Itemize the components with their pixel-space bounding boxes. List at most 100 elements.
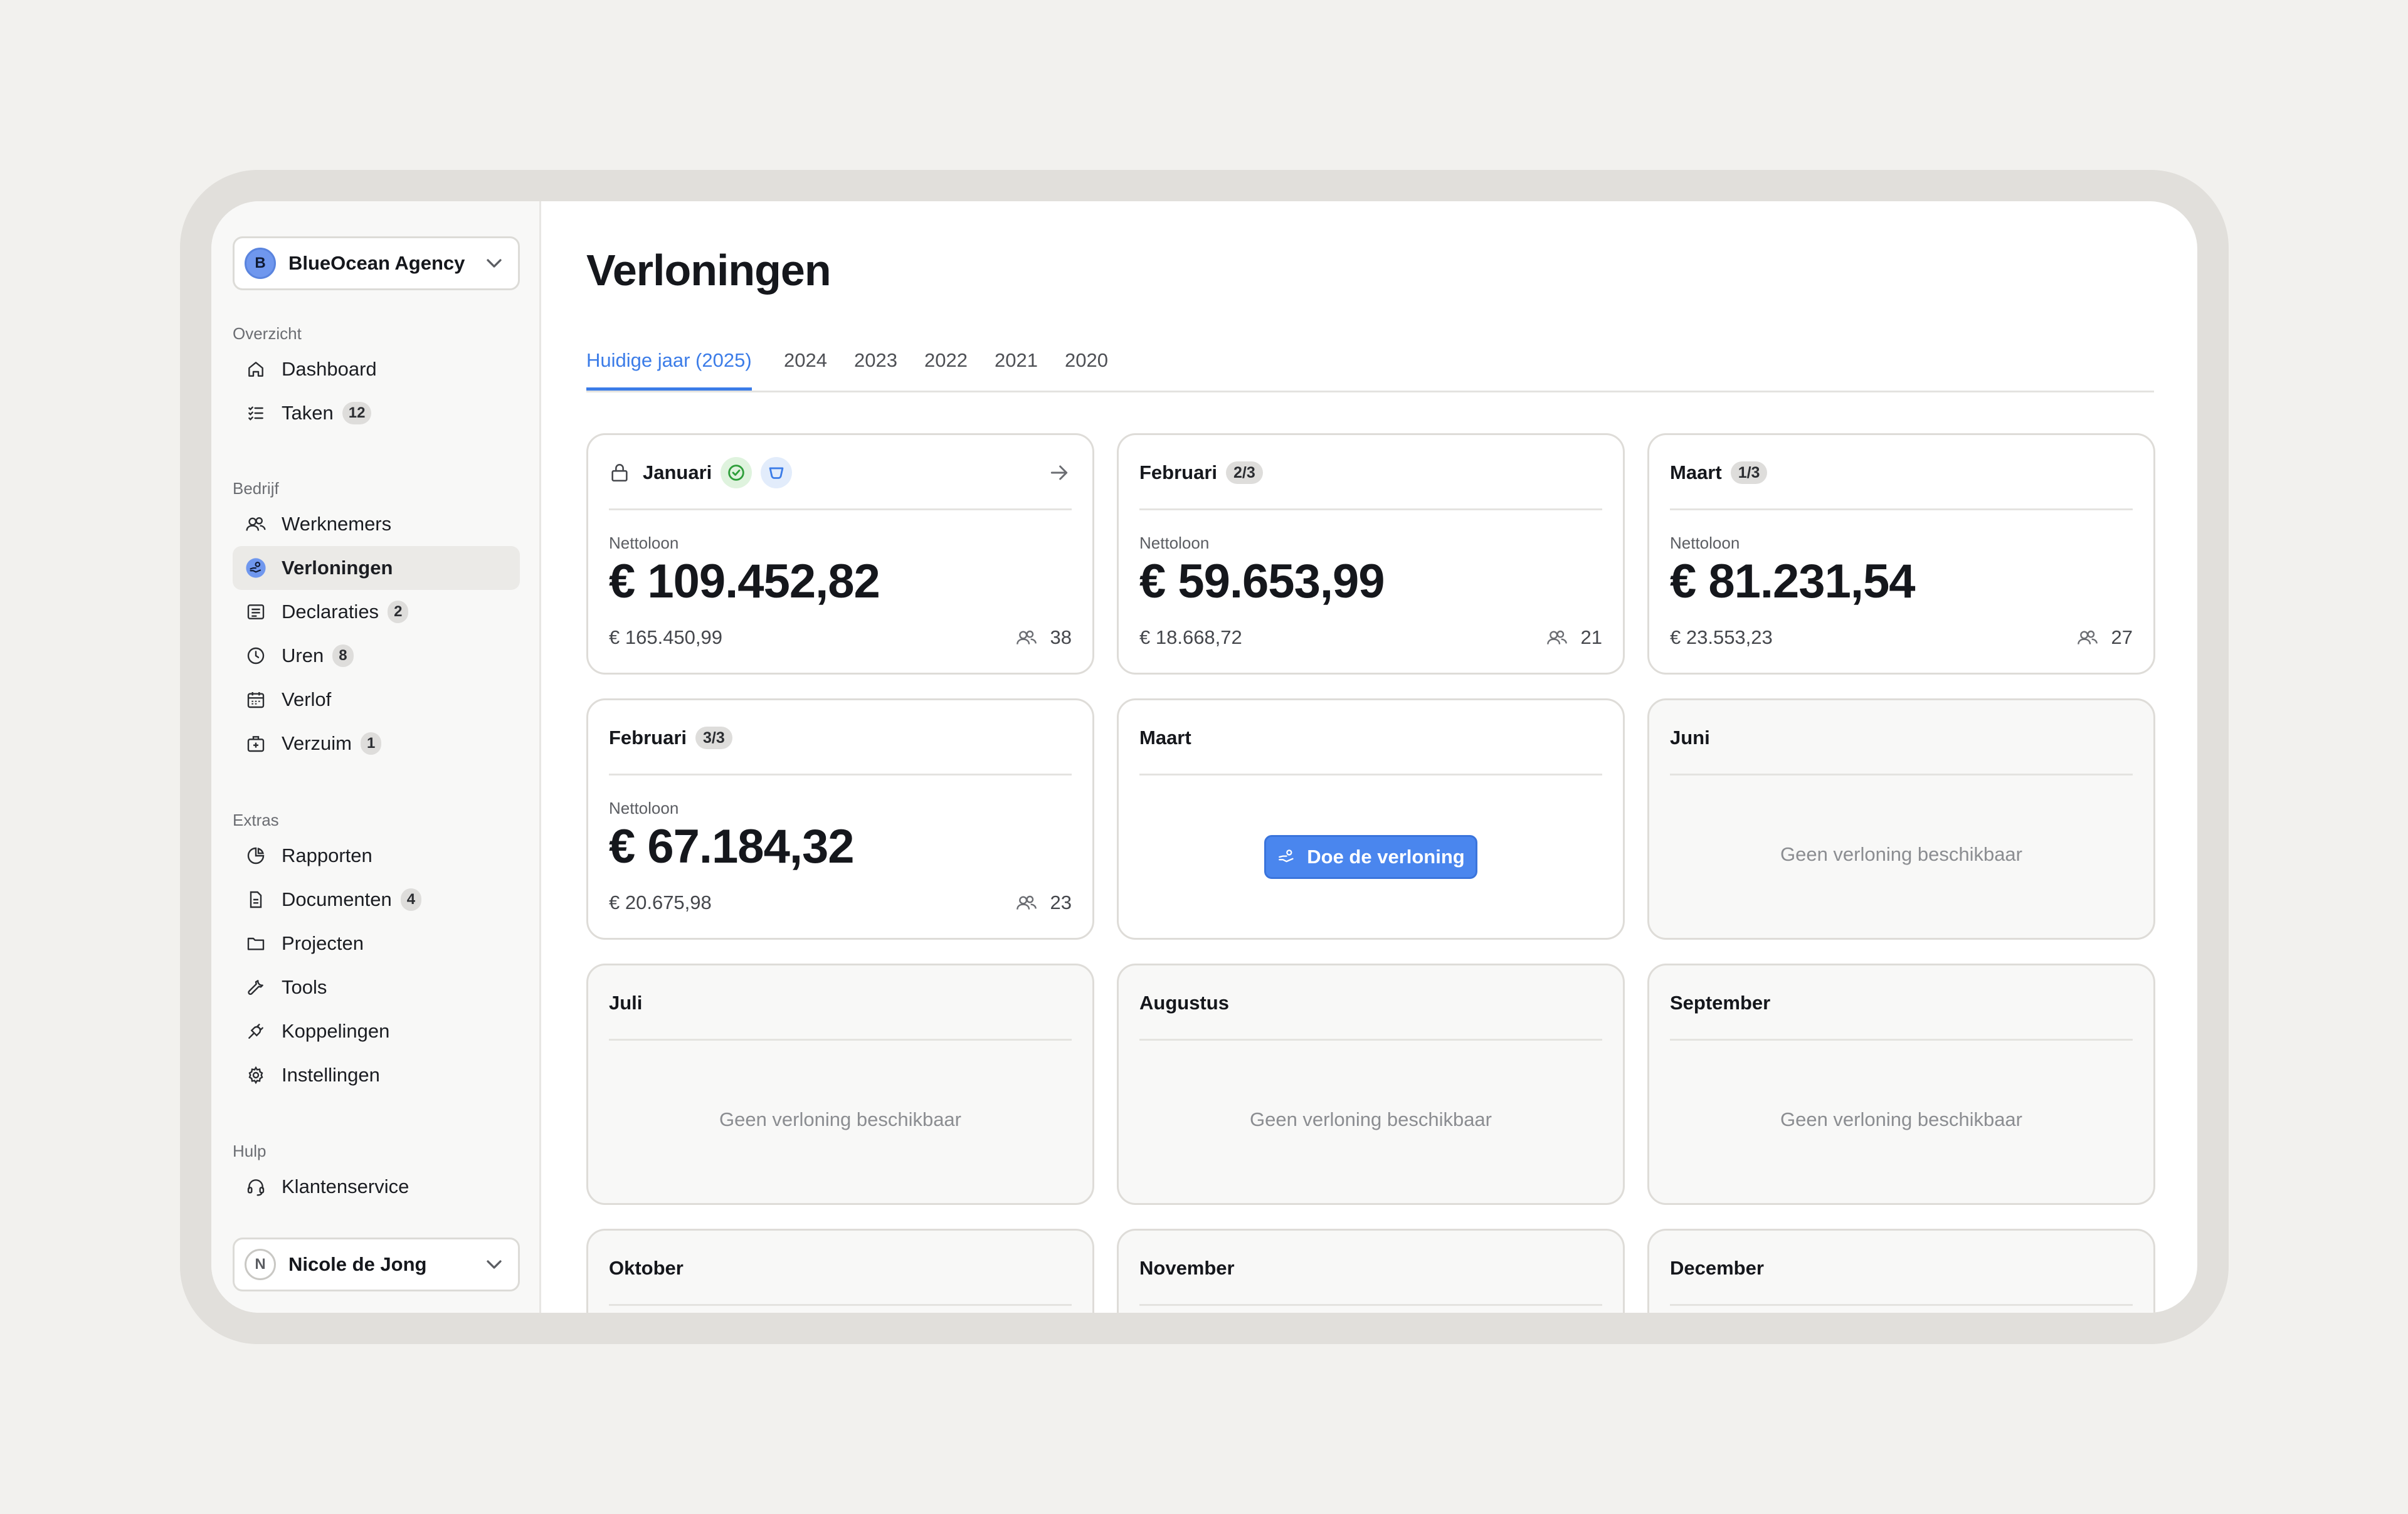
- payroll-hand-icon: [1279, 849, 1294, 863]
- payroll-card-maart-pending: Maart Doe de verloning: [1117, 698, 1625, 940]
- section-label-extras: Extras: [233, 811, 279, 829]
- section-label-hulp: Hulp: [233, 1142, 267, 1160]
- net-label: Nettoloon: [1670, 534, 1740, 552]
- payroll-card-oktober: Oktober: [586, 1229, 1094, 1313]
- folder-icon: [245, 933, 267, 954]
- card-header: Januari: [609, 454, 1072, 492]
- sidebar-item-declaraties[interactable]: Declaraties 2: [233, 590, 520, 634]
- run-payroll-button[interactable]: Doe de verloning: [1264, 835, 1477, 879]
- sidebar-item-tools[interactable]: Tools: [233, 965, 520, 1009]
- sidebar-item-label: Koppelingen: [282, 1020, 390, 1042]
- card-divider: [1139, 1039, 1602, 1041]
- check-circle-icon: [721, 457, 752, 488]
- net-amount: € 109.452,82: [609, 555, 880, 608]
- workspace-avatar: B: [245, 248, 276, 279]
- card-divider: [609, 1304, 1072, 1306]
- sidebar-item-verzuim[interactable]: Verzuim 1: [233, 722, 520, 765]
- card-divider: [1670, 508, 2133, 510]
- payroll-card-maart[interactable]: Maart 1/3 Nettoloon € 81.231,54 € 23.553…: [1647, 433, 2155, 675]
- payroll-card-september: September Geen verloning beschikbaar: [1647, 964, 2155, 1205]
- clock-icon: [245, 645, 267, 666]
- card-month: December: [1670, 1257, 1764, 1279]
- employee-count-value: 21: [1580, 626, 1602, 648]
- user-avatar: N: [245, 1249, 276, 1280]
- empty-state-text: Geen verloning beschikbaar: [1780, 1108, 2023, 1130]
- employee-count: 23: [1015, 891, 1072, 914]
- sidebar-item-dashboard[interactable]: Dashboard: [233, 347, 520, 391]
- sidebar-item-label: Tools: [282, 976, 327, 998]
- card-header: November: [1139, 1249, 1602, 1287]
- sidebar-item-label: Uren: [282, 644, 324, 666]
- sidebar-item-label: Instellingen: [282, 1064, 380, 1086]
- payroll-card-februari-3[interactable]: Februari 3/3 Nettoloon € 67.184,32 € 20.…: [586, 698, 1094, 940]
- calendar-icon: [245, 689, 267, 710]
- tab-current-year[interactable]: Huidige jaar (2025): [586, 345, 752, 391]
- run-badge: 2/3: [1226, 461, 1263, 484]
- sidebar-item-label: Projecten: [282, 932, 364, 954]
- tab-2024[interactable]: 2024: [784, 345, 827, 391]
- tab-2020[interactable]: 2020: [1065, 345, 1108, 391]
- section-label-bedrijf: Bedrijf: [233, 479, 279, 498]
- sidebar-item-uren[interactable]: Uren 8: [233, 634, 520, 678]
- tab-2021[interactable]: 2021: [995, 345, 1038, 391]
- card-header: Juni: [1670, 719, 2133, 757]
- run-badge: 1/3: [1730, 461, 1768, 484]
- sidebar-item-rapporten[interactable]: Rapporten: [233, 834, 520, 878]
- sidebar-item-label: Taken: [282, 402, 334, 424]
- sidebar-item-label: Verzuim: [282, 732, 352, 754]
- card-month: Juni: [1670, 727, 1710, 749]
- users-icon: [2077, 630, 2098, 644]
- sidebar-item-koppelingen[interactable]: Koppelingen: [233, 1009, 520, 1053]
- payroll-hand-icon: [245, 557, 267, 579]
- sidebar-item-verloningen[interactable]: Verloningen: [233, 546, 520, 590]
- card-month: Augustus: [1139, 992, 1229, 1014]
- tab-2022[interactable]: 2022: [924, 345, 968, 391]
- users-icon: [1546, 630, 1567, 644]
- payroll-card-februari[interactable]: Februari 2/3 Nettoloon € 59.653,99 € 18.…: [1117, 433, 1625, 675]
- payroll-card-november: November: [1117, 1229, 1625, 1313]
- card-divider: [1139, 774, 1602, 775]
- empty-state-text: Geen verloning beschikbaar: [1249, 1108, 1492, 1130]
- card-header: Februari 2/3: [1139, 454, 1602, 492]
- sidebar-item-klantenservice[interactable]: Klantenservice: [233, 1165, 520, 1209]
- card-month: Januari: [643, 461, 712, 483]
- card-divider: [1139, 1304, 1602, 1306]
- sidebar-item-label: Declaraties: [282, 601, 379, 623]
- sidebar-item-verlof[interactable]: Verlof: [233, 678, 520, 722]
- payroll-card-januari[interactable]: Januari Nettoloon € 109.452,82 € 165.450…: [586, 433, 1094, 675]
- sidebar-item-projecten[interactable]: Projecten: [233, 922, 520, 965]
- net-amount: € 59.653,99: [1139, 555, 1385, 608]
- card-header: Maart: [1139, 719, 1602, 757]
- sidebar-item-werknemers[interactable]: Werknemers: [233, 502, 520, 546]
- tab-2023[interactable]: 2023: [854, 345, 897, 391]
- empty-state-text: Geen verloning beschikbaar: [1780, 843, 2023, 865]
- sidebar-item-documenten[interactable]: Documenten 4: [233, 878, 520, 922]
- sidebar-item-instellingen[interactable]: Instellingen: [233, 1053, 520, 1097]
- workspace-switcher[interactable]: B BlueOcean Agency: [233, 236, 520, 290]
- page-title: Verloningen: [586, 246, 832, 295]
- card-month: Februari: [609, 727, 687, 749]
- card-month: Februari: [1139, 461, 1218, 483]
- card-month: Maart: [1139, 727, 1191, 749]
- employee-count: 21: [1546, 626, 1602, 649]
- headset-icon: [245, 1176, 267, 1197]
- sidebar-item-taken[interactable]: Taken 12: [233, 391, 520, 435]
- card-header: Februari 3/3: [609, 719, 1072, 757]
- card-month: Juli: [609, 992, 643, 1014]
- run-payroll-label: Doe de verloning: [1307, 846, 1465, 868]
- medical-bag-icon: [245, 733, 267, 754]
- card-month: Maart: [1670, 461, 1722, 483]
- user-menu[interactable]: N Nicole de Jong: [233, 1238, 520, 1291]
- card-divider: [609, 774, 1072, 775]
- sidebar-item-label: Verlof: [282, 688, 332, 710]
- payroll-card-december: December: [1647, 1229, 2155, 1313]
- arrow-right-icon[interactable]: [1047, 460, 1072, 485]
- lock-icon: [611, 464, 628, 482]
- card-header: Juli: [609, 984, 1072, 1022]
- sidebar-item-label: Documenten: [282, 888, 392, 910]
- gross-amount: € 20.675,98: [609, 891, 712, 913]
- chevron-down-icon: [487, 259, 502, 268]
- chevron-down-icon: [487, 1260, 502, 1269]
- card-header: Oktober: [609, 1249, 1072, 1287]
- section-label-overzicht: Overzicht: [233, 324, 302, 343]
